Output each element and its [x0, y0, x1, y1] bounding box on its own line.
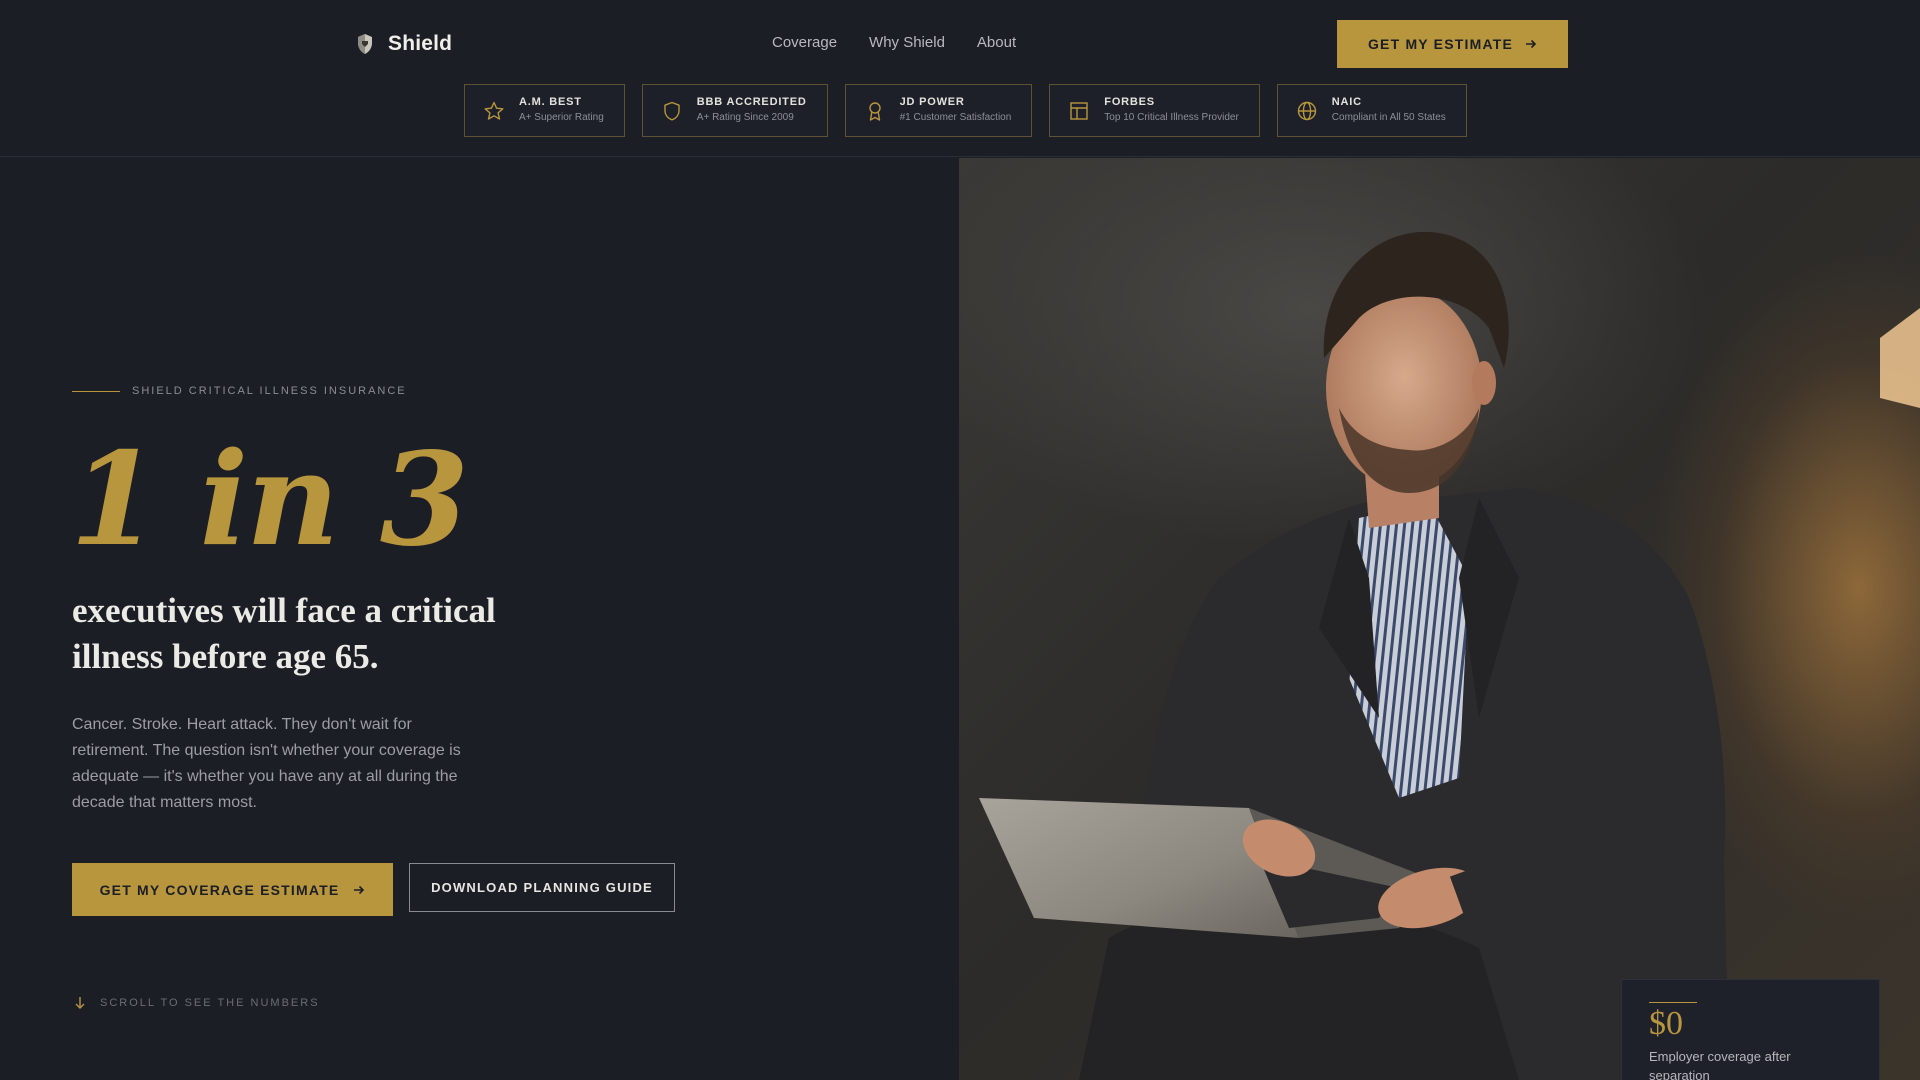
- badge-title: FORBES: [1104, 96, 1155, 108]
- eyebrow-divider: [72, 390, 120, 392]
- award-icon: [868, 101, 881, 121]
- globe-icon: [1297, 101, 1316, 120]
- site-header: Shield Coverage Why Shield About GET MY …: [0, 0, 1920, 157]
- hero-headline: 1 in 3: [70, 425, 469, 575]
- hero-body: Cancer. Stroke. Heart attack. They don't…: [72, 716, 461, 811]
- download-planning-guide-button[interactable]: DOWNLOAD PLANNING GUIDE: [409, 863, 675, 912]
- stat-card-label: Employer coverage after separation: [1649, 1049, 1791, 1080]
- badge-subtitle: #1 Customer Satisfaction: [899, 112, 1012, 123]
- badge-naic: NAIC Compliant in All 50 States: [1276, 84, 1467, 137]
- layout-icon: [1070, 101, 1088, 120]
- scroll-hint[interactable]: SCROLL TO SEE THE NUMBERS: [74, 996, 320, 1010]
- main-nav: Coverage Why Shield About: [772, 34, 1016, 51]
- trust-badges: A.M. BEST A+ Superior Rating BBB ACCREDI…: [464, 84, 1467, 137]
- nav-link-coverage[interactable]: Coverage: [772, 34, 837, 51]
- badge-title: JD POWER: [899, 96, 965, 108]
- shield-crest-icon: [358, 34, 372, 54]
- nav-link-why-shield[interactable]: Why Shield: [869, 34, 945, 51]
- stat-card-divider: [1649, 1002, 1697, 1003]
- badge-subtitle: A+ Rating Since 2009: [696, 112, 794, 123]
- hero-photo-illustration: [979, 231, 1920, 1080]
- badge-title: A.M. BEST: [519, 96, 582, 108]
- download-planning-guide-label: DOWNLOAD PLANNING GUIDE: [431, 880, 653, 895]
- badge-subtitle: Compliant in All 50 States: [1331, 112, 1446, 123]
- badge-jd-power: JD POWER #1 Customer Satisfaction: [844, 84, 1033, 137]
- nav-link-about[interactable]: About: [977, 34, 1016, 51]
- hero-eyebrow: SHIELD CRITICAL ILLNESS INSURANCE: [72, 385, 407, 397]
- badge-am-best: A.M. BEST A+ Superior Rating: [464, 84, 625, 137]
- brand-name: Shield: [388, 32, 453, 55]
- star-icon: [484, 101, 504, 120]
- eyebrow-text: SHIELD CRITICAL ILLNESS INSURANCE: [132, 385, 407, 397]
- arrow-down-icon: [75, 997, 85, 1009]
- badge-title: NAIC: [1331, 96, 1362, 108]
- scroll-hint-text: SCROLL TO SEE THE NUMBERS: [100, 997, 320, 1009]
- get-estimate-label: GET MY ESTIMATE: [1367, 36, 1514, 52]
- arrow-right-icon: [354, 885, 365, 894]
- badge-subtitle: Top 10 Critical Illness Provider: [1104, 112, 1239, 123]
- badge-forbes: FORBES Top 10 Critical Illness Provider: [1049, 84, 1260, 137]
- hero-subheadline: executives will face a critical illness …: [72, 591, 496, 676]
- badge-bbb: BBB ACCREDITED A+ Rating Since 2009: [641, 84, 828, 137]
- get-estimate-button[interactable]: GET MY ESTIMATE: [1337, 20, 1568, 68]
- badge-title: BBB ACCREDITED: [696, 96, 807, 108]
- stat-card-value: $0: [1649, 1005, 1683, 1042]
- shield-icon: [664, 101, 680, 120]
- brand-logo[interactable]: Shield: [356, 30, 452, 58]
- employer-coverage-stat-card: $0 Employer coverage after separation: [1621, 979, 1880, 1080]
- arrow-right-icon: [1526, 39, 1537, 49]
- get-coverage-estimate-button[interactable]: GET MY COVERAGE ESTIMATE: [72, 863, 393, 916]
- get-coverage-estimate-label: GET MY COVERAGE ESTIMATE: [99, 881, 340, 898]
- hero-photo-executive-with-laptop: [959, 158, 1920, 1080]
- badge-subtitle: A+ Superior Rating: [519, 112, 604, 123]
